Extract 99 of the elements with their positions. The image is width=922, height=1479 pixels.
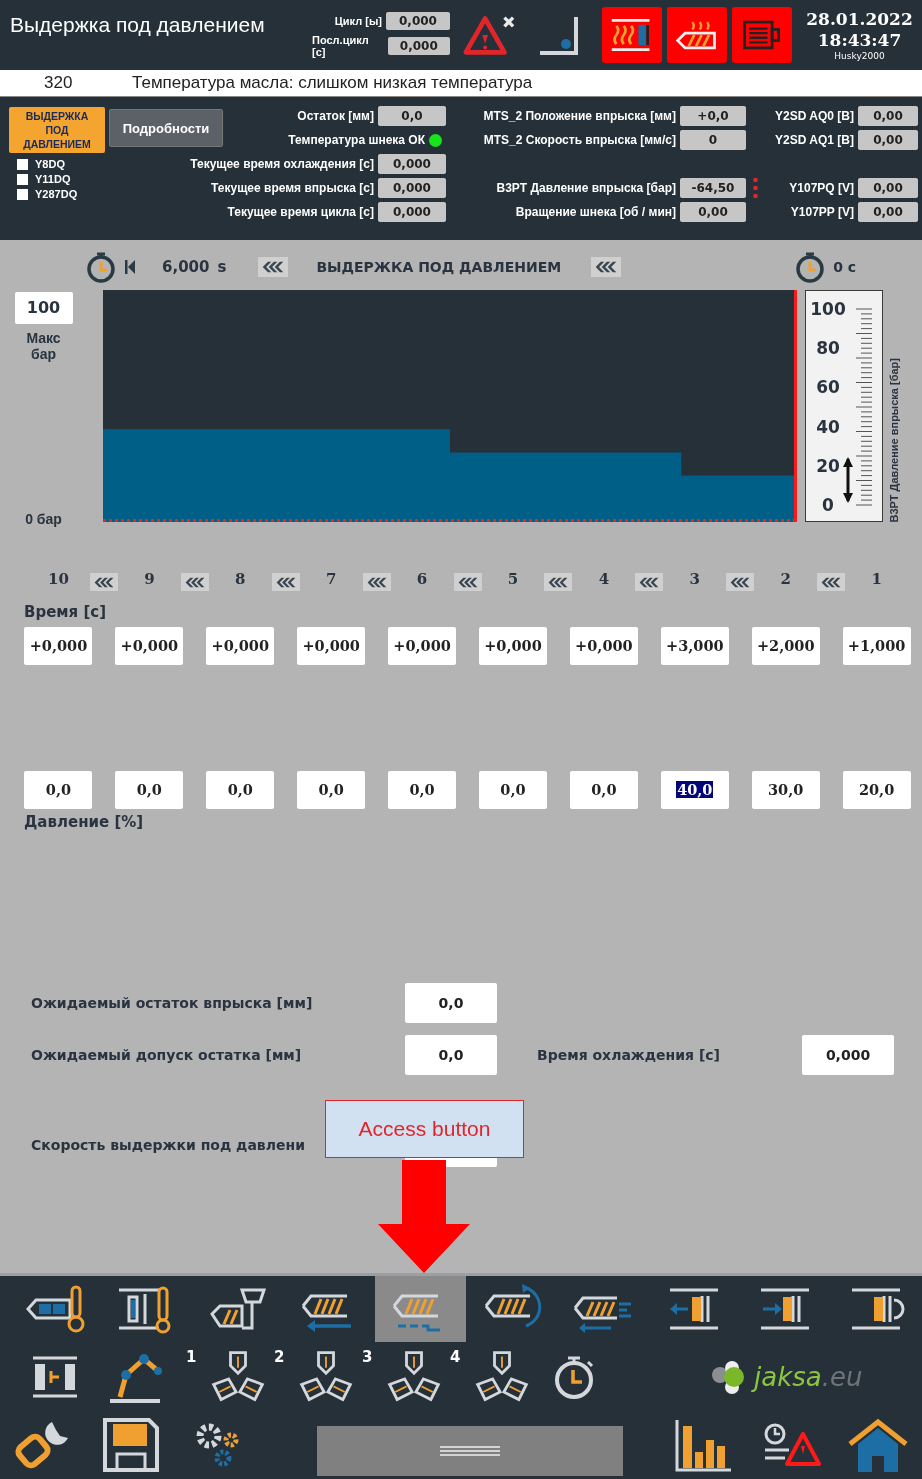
pressure-field[interactable]: 0,0 [388,771,457,809]
scale-label: 0 [822,495,834,515]
ejector-button[interactable]: 1 [180,1342,268,1412]
value-field: 0 [680,130,746,150]
section-label: Давление [%] [24,813,145,831]
ejector-button[interactable]: 4 [444,1342,532,1412]
field-label: MTS_2 Скорость впрыска [мм/с] [483,133,676,147]
alarm-code: 320 [43,73,74,93]
field-label: Текущее время охлаждения [с] [190,157,374,171]
scale-label: 80 [816,338,840,359]
elapsed-time: 0 c [833,259,857,275]
setting-field[interactable]: 0,000 [802,1035,895,1075]
segment-number: 8 [235,570,246,588]
pressure-field[interactable]: 0,0 [297,771,366,809]
value-field: 0,0 [378,106,446,126]
segment-number: 5 [507,570,519,588]
time-field[interactable]: +3,000 [660,627,729,665]
machine-name: Husky2000 [834,51,885,61]
field-label: B3PT Давление впрыска [бар] [496,181,676,195]
setting-label: Ожидаемый допуск остатка [мм] [31,1047,303,1063]
field-label: Цикл [ы] [334,15,382,27]
duration-text: 6,000 [162,258,210,276]
details-button[interactable]: Подробности [109,109,223,147]
segment-number: 2 [780,570,791,588]
mode-badge: ВЫДЕРЖКА ПОД ДАВЛЕНИЕМ [9,107,105,153]
alarm-message: Температура масла: слишком низкая температура [132,73,533,93]
axis-label: Макс бар [25,330,62,362]
ejector-button[interactable]: 2 [268,1342,356,1412]
date-text: 28.01.2022 [806,9,913,30]
axis-label: 0 бар [25,511,62,527]
value-field: +0,0 [680,106,746,126]
segment-number: 3 [689,570,700,588]
field-label: Y107PQ [V] [789,181,854,195]
field-label: Посл.цикл [с] [312,34,370,58]
segment-number: 1 [871,570,882,588]
alarm-bar[interactable]: 320 Температура масла: слишком низкая температура [0,70,922,97]
value-field: 0,00 [858,202,918,222]
time-field[interactable]: +2,000 [751,627,820,665]
scale-label: 40 [816,416,840,437]
setting-label: Скорость выдержки под давлени [31,1137,306,1153]
value-field: 0,000 [378,202,446,222]
value-field: 0,000 [386,12,450,30]
time-field[interactable]: +0,000 [479,627,547,665]
pressure-field[interactable]: 20,0 [842,771,911,809]
segment-number: 9 [144,570,155,588]
value-field: 0,00 [680,202,746,222]
value-field: 0,00 [858,106,918,126]
time-field[interactable]: +0,000 [206,627,275,665]
ejector-button[interactable]: 3 [356,1342,444,1412]
time-field[interactable]: +0,000 [24,627,93,665]
time-text: 18:43:47 [817,30,902,51]
profile-title: ВЫДЕРЖКА ПОД ДАВЛЕНИЕМ [316,259,562,275]
value-field: 0,00 [858,178,918,198]
pressure-field[interactable]: 0,0 [569,771,638,809]
segment-number: 6 [416,570,428,588]
field-label: MTS_2 Положение впрыска [мм] [483,109,676,123]
time-field[interactable]: +0,000 [115,627,184,665]
value-field: 0,00 [858,130,918,150]
pressure-field[interactable]: 0,0 [206,771,275,809]
pressure-field[interactable]: 0,0 [479,771,547,809]
segment-number: 10 [48,570,69,588]
field-label: Y2SD AQ0 [B] [775,109,854,123]
pressure-field[interactable]: 30,0 [751,771,820,809]
output-label: Y8DQ [35,158,65,170]
field-label: Текущее время впрыска [с] [211,181,374,195]
time-field[interactable]: +0,000 [388,627,457,665]
time-field[interactable]: +0,000 [297,627,366,665]
setting-label: Время охлаждения [с] [537,1047,721,1063]
callout-tooltip: Access button [325,1100,524,1158]
time-field[interactable]: +0,000 [569,627,638,665]
segment-number: 7 [325,570,337,588]
value-field: 0,000 [387,37,450,55]
scale-label: 20 [816,455,840,476]
value-field: -64,50 [680,178,746,198]
field-label: Y2SD AQ1 [B] [775,133,854,147]
pressure-field[interactable]: 40,0 [660,771,729,809]
time-field[interactable]: +1,000 [842,627,911,665]
output-label: Y11DQ [35,173,71,185]
scale-label: 60 [816,377,840,398]
segment-number: 4 [598,570,610,588]
field-label: Вращение шнека [об / мин] [515,205,676,219]
value-field: 0,000 [378,178,446,198]
field-label: Текущее время цикла [с] [227,205,374,219]
scale-label: 100 [810,299,846,319]
unit-text: s [217,258,227,276]
section-label: Время [с] [24,603,108,621]
status-label: Температура шнека ОК [288,133,425,147]
screen-title: Выдержка под давлением [10,13,266,37]
max-field[interactable]: 100 [14,292,73,324]
setting-field[interactable]: 0,0 [405,1035,497,1075]
field-label: Y107PP [V] [790,205,854,219]
setting-field[interactable]: 0,0 [405,983,497,1023]
pressure-field[interactable]: 0,0 [24,771,93,809]
pressure-field[interactable]: 0,0 [115,771,184,809]
gauge-title: B3PT Давление впрыска [бар] [888,358,900,523]
value-field: 0,000 [378,154,446,174]
setting-label: Ожидаемый остаток впрыска [мм] [31,995,314,1011]
output-label: Y287DQ [35,188,78,200]
field-label: Остаток [мм] [297,109,374,123]
